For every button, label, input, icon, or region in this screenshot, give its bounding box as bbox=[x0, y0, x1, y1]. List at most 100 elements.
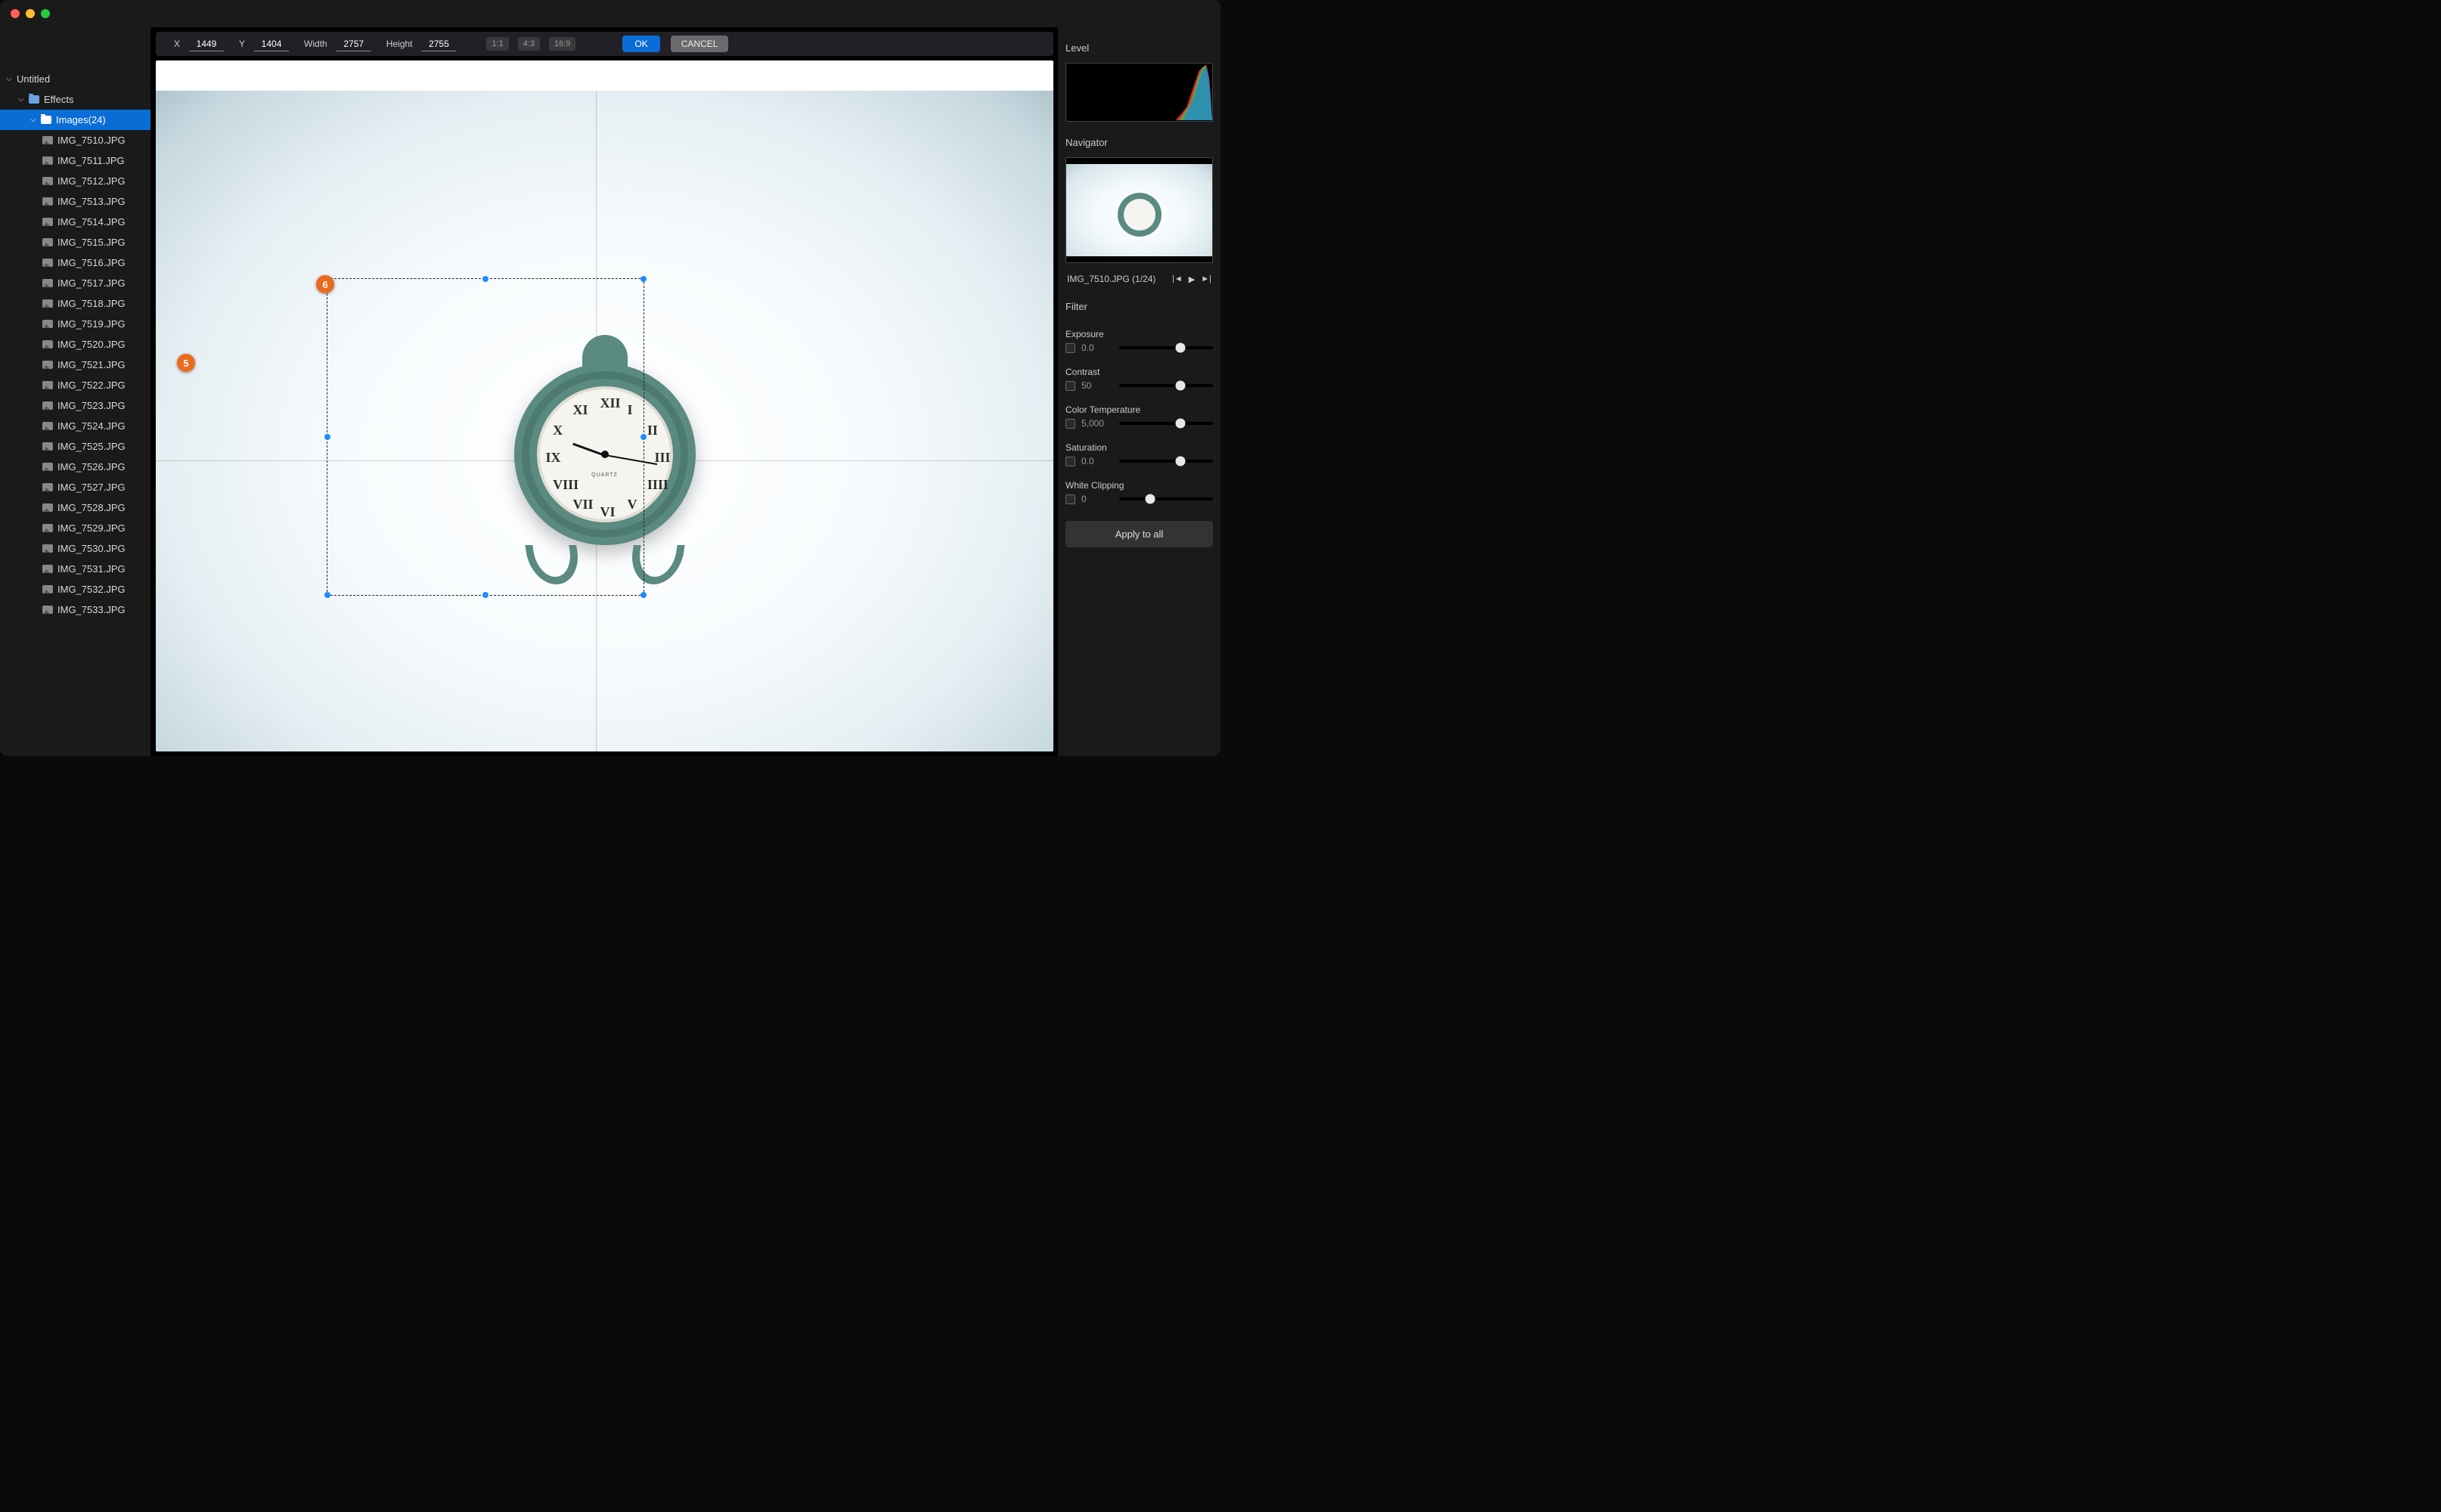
crop-handle-bl[interactable] bbox=[324, 592, 330, 598]
crop-handle-ml[interactable] bbox=[324, 434, 330, 440]
folder-label: Effects bbox=[44, 94, 74, 105]
image-icon bbox=[42, 606, 53, 614]
file-item[interactable]: IMG_7518.JPG bbox=[0, 293, 150, 314]
file-name: IMG_7527.JPG bbox=[57, 482, 126, 493]
file-item[interactable]: IMG_7517.JPG bbox=[0, 273, 150, 293]
file-item[interactable]: IMG_7527.JPG bbox=[0, 477, 150, 497]
minimize-icon[interactable] bbox=[26, 9, 35, 18]
file-name: IMG_7517.JPG bbox=[57, 277, 126, 289]
file-item[interactable]: IMG_7531.JPG bbox=[0, 559, 150, 579]
file-item[interactable]: IMG_7523.JPG bbox=[0, 395, 150, 416]
file-item[interactable]: IMG_7528.JPG bbox=[0, 497, 150, 518]
crop-toolbar: X Y Width Height 1:1 4:3 16:9 OK CANCEL bbox=[156, 32, 1053, 56]
crop-handle-tm[interactable] bbox=[482, 276, 489, 282]
file-item[interactable]: IMG_7533.JPG bbox=[0, 600, 150, 620]
cancel-button[interactable]: CANCEL bbox=[671, 36, 729, 52]
file-item[interactable]: IMG_7511.JPG bbox=[0, 150, 150, 171]
file-name: IMG_7513.JPG bbox=[57, 196, 126, 207]
file-item[interactable]: IMG_7525.JPG bbox=[0, 436, 150, 457]
file-item[interactable]: IMG_7529.JPG bbox=[0, 518, 150, 538]
saturation-checkbox[interactable] bbox=[1065, 457, 1075, 466]
exposure-value: 0.0 bbox=[1081, 342, 1113, 353]
input-height[interactable] bbox=[421, 37, 456, 51]
editor-area: X Y Width Height 1:1 4:3 16:9 OK CANCEL bbox=[151, 27, 1058, 756]
image-icon bbox=[42, 299, 53, 308]
ok-button[interactable]: OK bbox=[622, 36, 659, 52]
exposure-slider[interactable] bbox=[1119, 346, 1213, 349]
nav-play-icon[interactable]: ▶ bbox=[1189, 274, 1195, 284]
file-name: IMG_7531.JPG bbox=[57, 563, 126, 575]
file-item[interactable]: IMG_7512.JPG bbox=[0, 171, 150, 191]
file-item[interactable]: IMG_7526.JPG bbox=[0, 457, 150, 477]
whiteclip-slider[interactable] bbox=[1119, 497, 1213, 500]
image-icon bbox=[42, 463, 53, 471]
file-name: IMG_7524.JPG bbox=[57, 420, 126, 432]
input-y[interactable] bbox=[254, 37, 289, 51]
contrast-slider[interactable] bbox=[1119, 384, 1213, 387]
contrast-checkbox[interactable] bbox=[1065, 381, 1075, 391]
sidebar[interactable]: ⌵ Untitled ⌵ Effects ⌵ Images(24) IMG_75… bbox=[0, 27, 151, 756]
navigator-thumbnail[interactable] bbox=[1065, 157, 1213, 263]
file-name: IMG_7530.JPG bbox=[57, 543, 126, 554]
photo-preview: QUARTZ XIIIIIIIIIIIIVVIVIIVIIIIXXXI bbox=[156, 91, 1053, 751]
whiteclip-label: White Clipping bbox=[1065, 480, 1213, 491]
crop-rectangle[interactable] bbox=[327, 278, 644, 596]
crop-handle-tr[interactable] bbox=[640, 276, 647, 282]
whiteclip-checkbox[interactable] bbox=[1065, 494, 1075, 504]
image-icon bbox=[42, 503, 53, 512]
image-icon bbox=[42, 156, 53, 165]
crop-handle-bm[interactable] bbox=[482, 592, 489, 598]
folder-label: Images(24) bbox=[56, 114, 106, 125]
crop-handle-br[interactable] bbox=[640, 592, 647, 598]
image-icon bbox=[42, 177, 53, 185]
file-item[interactable]: IMG_7513.JPG bbox=[0, 191, 150, 212]
file-item[interactable]: IMG_7516.JPG bbox=[0, 253, 150, 273]
titlebar bbox=[0, 0, 1220, 27]
label-x: X bbox=[174, 39, 180, 49]
input-x[interactable] bbox=[189, 37, 224, 51]
file-item[interactable]: IMG_7520.JPG bbox=[0, 334, 150, 355]
colortemp-value: 5,000 bbox=[1081, 418, 1113, 429]
file-item[interactable]: IMG_7510.JPG bbox=[0, 130, 150, 150]
tree-root[interactable]: ⌵ Untitled bbox=[0, 69, 150, 89]
file-item[interactable]: IMG_7524.JPG bbox=[0, 416, 150, 436]
colortemp-checkbox[interactable] bbox=[1065, 419, 1075, 429]
input-width[interactable] bbox=[337, 37, 371, 51]
file-name: IMG_7526.JPG bbox=[57, 461, 126, 472]
exposure-label: Exposure bbox=[1065, 329, 1213, 339]
file-item[interactable]: IMG_7521.JPG bbox=[0, 355, 150, 375]
file-item[interactable]: IMG_7530.JPG bbox=[0, 538, 150, 559]
annotation-6: 6 bbox=[316, 275, 334, 293]
file-item[interactable]: IMG_7519.JPG bbox=[0, 314, 150, 334]
maximize-icon[interactable] bbox=[41, 9, 50, 18]
ratio-1-1-button[interactable]: 1:1 bbox=[486, 37, 508, 51]
file-name: IMG_7511.JPG bbox=[57, 155, 125, 166]
ratio-4-3-button[interactable]: 4:3 bbox=[518, 37, 540, 51]
crop-handle-mr[interactable] bbox=[640, 434, 647, 440]
file-item[interactable]: IMG_7532.JPG bbox=[0, 579, 150, 600]
image-icon bbox=[42, 401, 53, 410]
image-icon bbox=[42, 565, 53, 573]
nav-first-icon[interactable]: |◄ bbox=[1172, 274, 1183, 284]
file-name: IMG_7515.JPG bbox=[57, 237, 126, 248]
clock-numeral: IIII bbox=[647, 477, 668, 493]
colortemp-slider[interactable] bbox=[1119, 422, 1213, 425]
file-item[interactable]: IMG_7514.JPG bbox=[0, 212, 150, 232]
tree-folder-images[interactable]: ⌵ Images(24) bbox=[0, 110, 150, 130]
ratio-16-9-button[interactable]: 16:9 bbox=[549, 37, 575, 51]
file-item[interactable]: IMG_7522.JPG bbox=[0, 375, 150, 395]
image-icon bbox=[42, 585, 53, 593]
file-item[interactable]: IMG_7515.JPG bbox=[0, 232, 150, 253]
chevron-down-icon: ⌵ bbox=[6, 75, 14, 83]
canvas[interactable]: QUARTZ XIIIIIIIIIIIIVVIVIIVIIIIXXXI bbox=[156, 60, 1053, 751]
nav-last-icon[interactable]: ►| bbox=[1201, 274, 1211, 284]
tree-folder-effects[interactable]: ⌵ Effects bbox=[0, 89, 150, 110]
close-icon[interactable] bbox=[11, 9, 20, 18]
saturation-slider[interactable] bbox=[1119, 460, 1213, 463]
navigator-status-row: IMG_7510.JPG (1/24) |◄ ▶ ►| bbox=[1065, 269, 1213, 289]
exposure-checkbox[interactable] bbox=[1065, 343, 1075, 353]
tree-root-label: Untitled bbox=[17, 73, 50, 85]
apply-all-button[interactable]: Apply to all bbox=[1065, 521, 1213, 547]
navigator-title: Navigator bbox=[1065, 137, 1213, 148]
filter-title: Filter bbox=[1065, 301, 1213, 312]
